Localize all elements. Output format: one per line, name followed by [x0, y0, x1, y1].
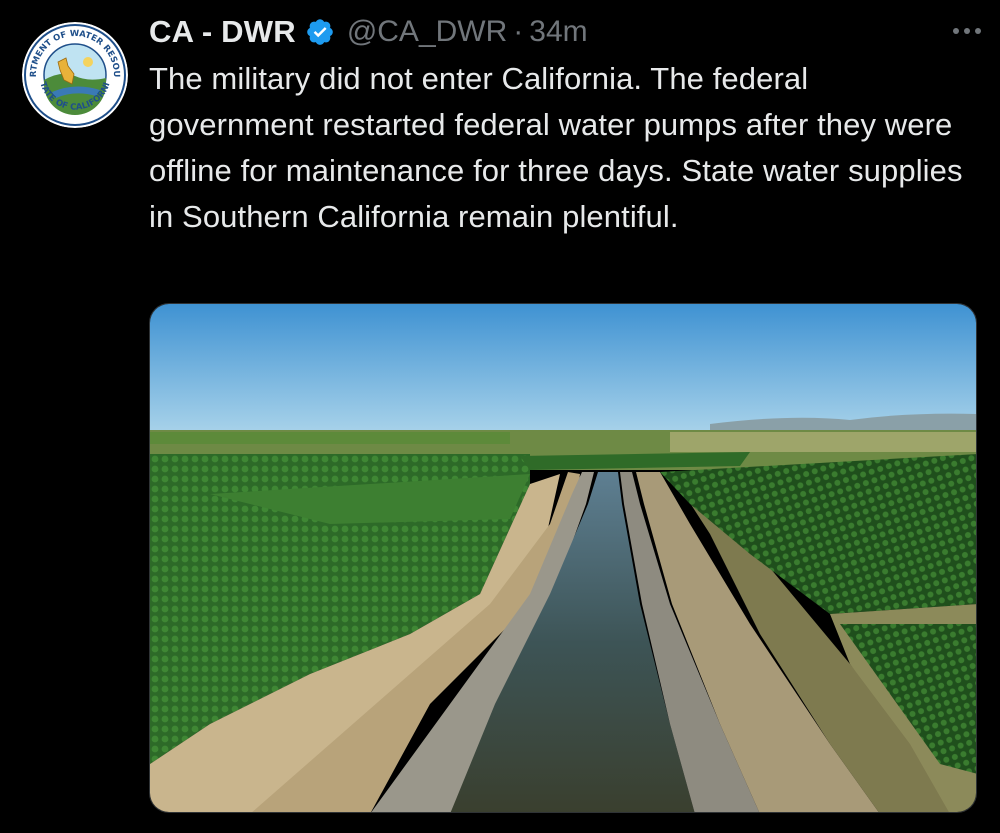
handle[interactable]: @CA_DWR	[347, 15, 507, 49]
verified-badge-icon[interactable]	[305, 17, 335, 47]
avatar[interactable]: DEPARTMENT OF WATER RESOURCES STATE OF C…	[22, 22, 128, 128]
tweet-media-image[interactable]	[149, 303, 977, 813]
separator-dot: ·	[513, 15, 524, 48]
timestamp[interactable]: 34m	[529, 15, 587, 49]
ellipsis-icon[interactable]	[947, 16, 987, 46]
tweet-text: The military did not enter California. T…	[149, 61, 963, 234]
tweet-header: CA - DWR @CA_DWR · 34m	[149, 10, 981, 54]
tweet-content: CA - DWR @CA_DWR · 34m The military did …	[149, 10, 981, 240]
aerial-canal-photo	[150, 304, 976, 812]
tweet[interactable]: DEPARTMENT OF WATER RESOURCES STATE OF C…	[0, 0, 1000, 833]
dwr-seal-icon: DEPARTMENT OF WATER RESOURCES STATE OF C…	[22, 22, 128, 128]
display-name[interactable]: CA - DWR	[149, 14, 296, 50]
